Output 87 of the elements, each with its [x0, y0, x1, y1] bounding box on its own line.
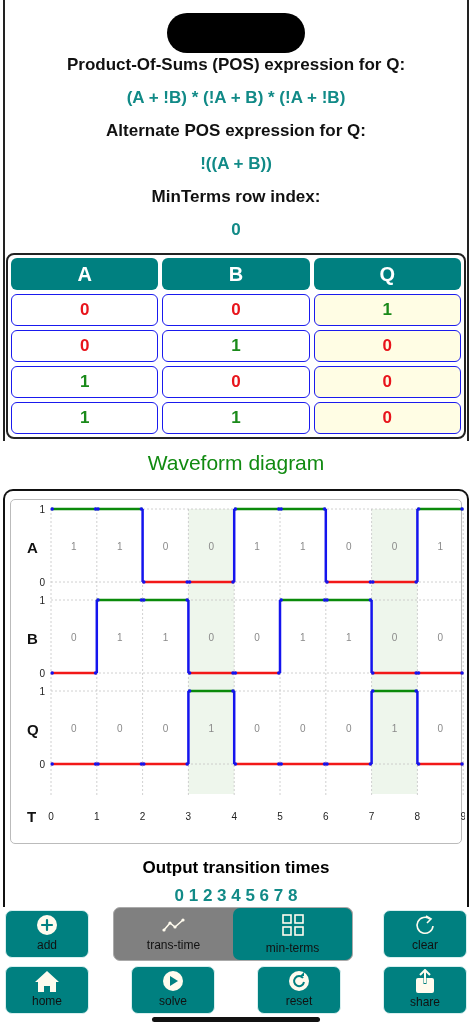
interval-value: 0: [254, 631, 260, 643]
table-cell: 1: [162, 402, 310, 434]
reset-icon: [288, 969, 310, 992]
interval-value: 1: [300, 540, 306, 552]
table-cell: 1: [162, 330, 310, 362]
level-tick: 1: [39, 595, 45, 606]
time-tick: 4: [231, 811, 237, 822]
level-tick: 0: [39, 577, 45, 588]
table-cell: 1: [11, 402, 159, 434]
column-header: A: [11, 258, 159, 290]
expression-label: Product-Of-Sums (POS) expression for Q:: [66, 55, 406, 76]
grid-icon: [281, 913, 304, 936]
table-cell: 0: [313, 366, 461, 398]
interval-value: 1: [391, 722, 398, 734]
time-tick: 2: [139, 811, 146, 822]
interval-value: 1: [345, 631, 352, 643]
interval-value: 1: [116, 540, 123, 552]
table-cell: 0: [162, 294, 310, 326]
level-tick: 0: [39, 668, 45, 679]
signal-label: A: [27, 538, 38, 556]
time-label: T: [27, 808, 37, 825]
interval-value: 1: [116, 631, 123, 643]
time-tick: 8: [414, 811, 421, 822]
interval-value: 1: [437, 540, 444, 552]
interval-value: 0: [345, 540, 352, 552]
section-title: Waveform diagram: [146, 451, 326, 476]
level-tick: 1: [39, 686, 45, 697]
interval-value: 0: [300, 722, 306, 734]
time-tick: 9: [460, 811, 465, 822]
time-tick: 0: [48, 811, 54, 822]
interval-value: 1: [254, 540, 260, 552]
interval-value: 0: [208, 631, 215, 643]
toolbar-button[interactable]: share: [383, 966, 467, 1014]
level-tick: 1: [39, 504, 45, 515]
column-header: Q: [313, 258, 461, 290]
clear-button[interactable]: clear: [383, 910, 467, 958]
interval-value: 1: [300, 631, 306, 643]
interval-value: 0: [437, 722, 444, 734]
time-tick: 3: [185, 811, 192, 822]
interval-value: 0: [162, 722, 169, 734]
interval-value: 1: [162, 631, 169, 643]
table-cell: 0: [11, 330, 159, 362]
interval-value: 0: [116, 722, 123, 734]
transition-times: 0 1 2 3 4 5 6 7 8: [173, 886, 299, 906]
toolbar-button[interactable]: reset: [257, 966, 341, 1014]
interval-value: 1: [208, 722, 215, 734]
interval-value: 0: [345, 722, 352, 734]
interval-value: 1: [71, 540, 77, 552]
time-tick: 5: [277, 811, 283, 822]
share-icon: [414, 968, 436, 993]
segment-tab[interactable]: min-terms: [233, 908, 352, 960]
expression-value: 0: [231, 220, 241, 241]
expression-value: (A + !B) * (!A + B) * (!A + !B): [126, 88, 346, 109]
interval-value: 0: [437, 631, 444, 643]
table-cell: 0: [313, 330, 461, 362]
table-cell: 0: [11, 294, 159, 326]
section-title: Output transition times: [141, 858, 331, 878]
interval-value: 0: [208, 540, 215, 552]
toolbar-button[interactable]: solve: [131, 966, 215, 1014]
level-tick: 0: [39, 759, 45, 770]
interval-value: 0: [391, 540, 398, 552]
play-icon: [162, 969, 184, 992]
rotate-arrow-icon: [414, 913, 436, 936]
expression-value: !((A + B)): [200, 154, 272, 175]
interval-value: 0: [162, 540, 169, 552]
interval-value: 0: [71, 631, 77, 643]
table-cell: 0: [313, 402, 461, 434]
line-chart-icon: [161, 916, 186, 933]
interval-value: 0: [71, 722, 77, 734]
time-tick: 1: [94, 811, 100, 822]
time-tick: 7: [368, 811, 375, 822]
interval-value: 0: [391, 631, 398, 643]
column-header: B: [162, 258, 310, 290]
toolbar-button[interactable]: home: [5, 966, 89, 1014]
table-cell: 1: [313, 294, 461, 326]
time-tick: 6: [323, 811, 329, 822]
add-button[interactable]: add: [5, 910, 89, 958]
segment-tab[interactable]: trans-time: [114, 908, 233, 960]
table-cell: 1: [11, 366, 159, 398]
interval-value: 0: [254, 722, 260, 734]
expression-label: MinTerms row index:: [151, 187, 321, 208]
expression-label: Alternate POS expression for Q:: [106, 121, 366, 142]
signal-label: B: [27, 629, 38, 647]
plus-icon: [36, 913, 58, 936]
table-cell: 0: [162, 366, 310, 398]
signal-label: Q: [27, 720, 39, 738]
home-icon: [34, 969, 60, 992]
